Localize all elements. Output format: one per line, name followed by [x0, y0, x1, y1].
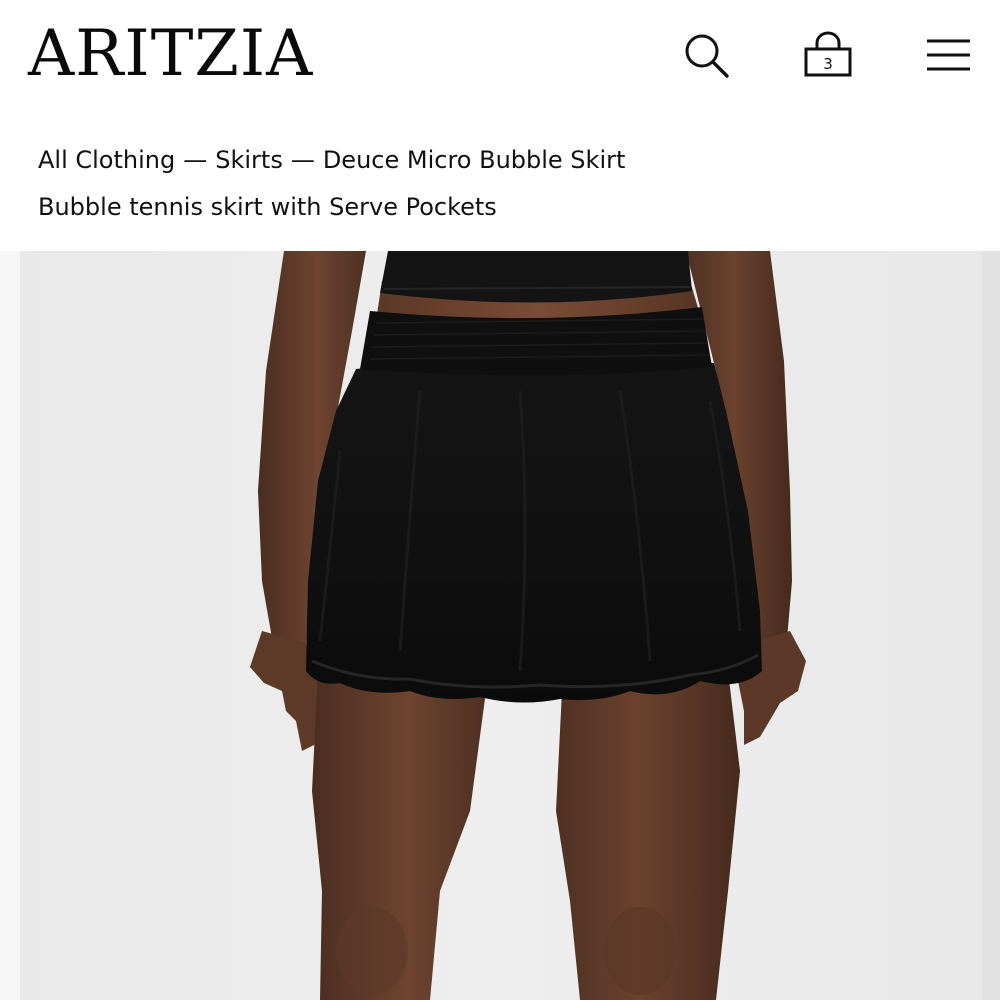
breadcrumb-skirts[interactable]: Skirts	[215, 146, 283, 174]
brand-logo[interactable]: ARITZIA	[28, 14, 313, 94]
site-header: ARITZIA 3	[0, 0, 1000, 110]
shopping-bag-button[interactable]: 3	[800, 28, 856, 80]
product-image[interactable]	[0, 251, 1000, 1000]
breadcrumb-separator: —	[290, 146, 315, 174]
breadcrumb-all-clothing[interactable]: All Clothing	[38, 146, 175, 174]
breadcrumb: All Clothing — Skirts — Deuce Micro Bubble S…	[38, 142, 625, 178]
product-photo	[0, 251, 1000, 1000]
search-icon	[685, 34, 729, 78]
product-subtitle: Bubble tennis skirt with Serve Pockets	[38, 193, 497, 221]
hamburger-menu-icon	[927, 39, 970, 71]
menu-button[interactable]	[922, 34, 974, 76]
breadcrumb-separator: —	[183, 146, 208, 174]
bag-count-badge: 3	[823, 55, 833, 73]
breadcrumb-current-product: Deuce Micro Bubble Skirt	[322, 146, 626, 174]
search-button[interactable]	[680, 30, 732, 82]
product-page: ARITZIA 3 All Clothing — Skirts — Deuce Micr…	[0, 0, 1000, 1000]
